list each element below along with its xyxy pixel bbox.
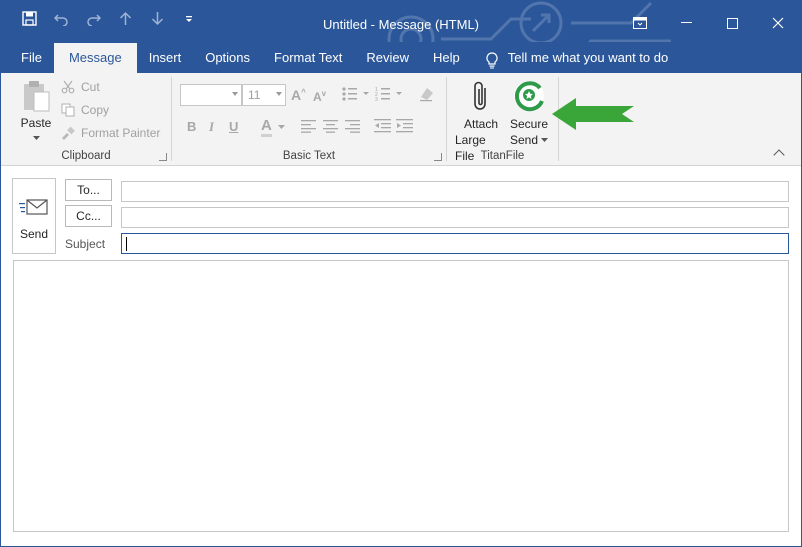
chevron-down-icon[interactable] xyxy=(278,125,285,130)
clear-formatting-icon[interactable] xyxy=(418,85,436,103)
font-size-value: 11 xyxy=(248,88,261,102)
basic-text-group-label: Basic Text xyxy=(282,150,336,162)
cut-label: Cut xyxy=(81,80,100,94)
text-caret xyxy=(126,237,127,251)
clipboard-group-label: Clipboard xyxy=(61,150,111,162)
subject-label: Subject xyxy=(65,237,106,251)
copy-button[interactable]: Copy xyxy=(61,103,109,117)
to-button[interactable]: To... xyxy=(65,179,112,201)
shrink-font-icon[interactable]: Av xyxy=(313,89,326,104)
titanfile-group-label: TitanFile xyxy=(480,150,525,162)
decrease-indent-icon[interactable] xyxy=(374,118,392,133)
scissors-icon xyxy=(61,80,75,94)
message-body[interactable] xyxy=(13,260,789,532)
maximize-icon[interactable] xyxy=(709,1,755,45)
green-callout-arrow xyxy=(552,98,634,130)
align-center-icon[interactable] xyxy=(323,119,339,133)
tell-me-search[interactable]: Tell me what you want to do xyxy=(472,43,680,73)
bullets-icon[interactable] xyxy=(342,86,372,102)
attach-label-line1: Attach xyxy=(463,117,499,131)
cc-button[interactable]: Cc... xyxy=(65,205,112,227)
clipboard-group: Paste Cut Copy Format Painter Clipboard xyxy=(1,73,171,166)
paperclip-icon xyxy=(474,81,486,110)
copy-label: Copy xyxy=(81,103,110,117)
clipboard-dialog-launcher[interactable] xyxy=(159,153,167,161)
paste-label: Paste xyxy=(20,116,52,130)
svg-text:3: 3 xyxy=(375,97,378,102)
window-controls xyxy=(617,1,801,45)
secure-label-line2: Send xyxy=(509,133,539,147)
font-name-dropdown[interactable] xyxy=(180,84,242,106)
ribbon-tabs: File Message Insert Options Format Text … xyxy=(1,42,801,73)
send-envelope-icon xyxy=(19,199,48,215)
send-label: Send xyxy=(19,227,49,241)
basic-text-group: 11 A^ Av 1 2 3 B I U A Basic Text xyxy=(172,73,446,166)
font-color-button[interactable]: A xyxy=(261,117,272,137)
cc-field[interactable] xyxy=(121,207,789,228)
down-arrow-icon[interactable] xyxy=(149,11,165,27)
paste-icon xyxy=(24,81,50,112)
redo-icon[interactable] xyxy=(85,11,101,27)
chevron-down-icon xyxy=(541,137,549,142)
copy-icon xyxy=(61,103,75,117)
subject-field[interactable] xyxy=(121,233,789,254)
close-icon[interactable] xyxy=(755,1,801,45)
chevron-down-icon xyxy=(32,136,40,140)
secure-label-line2-wrap: Send xyxy=(509,132,549,148)
save-icon[interactable] xyxy=(21,11,37,27)
secure-send-button[interactable]: Secure Send xyxy=(507,79,551,148)
tab-file[interactable]: File xyxy=(9,43,54,73)
tab-options[interactable]: Options xyxy=(193,43,262,73)
numbering-icon[interactable]: 1 2 3 xyxy=(375,86,405,102)
tab-format-text[interactable]: Format Text xyxy=(262,43,354,73)
titanfile-group: Attach Large File Secure Send TitanFile xyxy=(447,73,558,166)
quick-access-toolbar xyxy=(21,11,197,27)
format-painter-button[interactable]: Format Painter xyxy=(61,126,160,140)
tab-review[interactable]: Review xyxy=(354,43,421,73)
titanfile-logo-icon xyxy=(514,81,544,112)
to-field[interactable] xyxy=(121,181,789,202)
lightbulb-icon xyxy=(486,50,498,69)
increase-indent-icon[interactable] xyxy=(396,118,414,133)
format-painter-icon xyxy=(62,126,75,140)
ribbon: Paste Cut Copy Format Painter Clipboard xyxy=(1,73,801,166)
ribbon-display-options-icon[interactable] xyxy=(617,1,663,45)
cut-button[interactable]: Cut xyxy=(61,80,100,94)
tell-me-text: Tell me what you want to do xyxy=(507,50,669,65)
underline-button[interactable]: U xyxy=(229,119,238,134)
format-painter-label: Format Painter xyxy=(81,126,161,140)
chevron-down-icon xyxy=(276,92,282,96)
customize-qat-icon[interactable] xyxy=(181,11,197,27)
minimize-icon[interactable] xyxy=(663,1,709,45)
tab-help[interactable]: Help xyxy=(421,43,472,73)
italic-button[interactable]: I xyxy=(209,119,214,135)
tab-insert[interactable]: Insert xyxy=(137,43,194,73)
font-size-dropdown[interactable]: 11 xyxy=(242,84,286,106)
align-right-icon[interactable] xyxy=(345,119,361,133)
tab-message[interactable]: Message xyxy=(53,43,137,73)
undo-icon[interactable] xyxy=(53,11,69,27)
paste-button[interactable]: Paste xyxy=(15,79,57,141)
bold-button[interactable]: B xyxy=(187,119,196,134)
chevron-down-icon xyxy=(232,92,238,96)
grow-font-icon[interactable]: A^ xyxy=(291,87,306,103)
outlook-message-window: Untitled - Message (HTML) File Message I… xyxy=(0,0,802,547)
title-bar: Untitled - Message (HTML) xyxy=(1,1,801,45)
basic-text-dialog-launcher[interactable] xyxy=(434,153,442,161)
up-arrow-icon[interactable] xyxy=(117,11,133,27)
collapse-ribbon-icon[interactable] xyxy=(773,149,785,161)
secure-label-line1: Secure xyxy=(509,117,549,131)
align-left-icon[interactable] xyxy=(301,119,317,133)
send-button[interactable]: Send xyxy=(12,178,56,254)
